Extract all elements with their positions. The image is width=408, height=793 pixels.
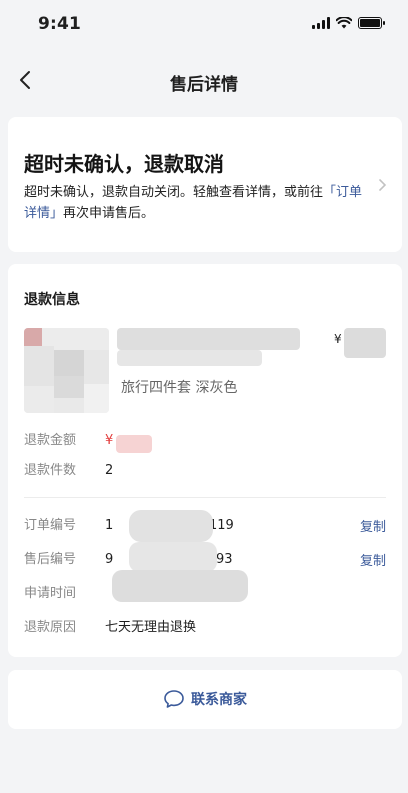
signal-icon	[312, 17, 330, 29]
copy-aftersale-number-button[interactable]: 复制	[360, 550, 386, 569]
aftersale-number-end-row: 93	[216, 550, 233, 570]
product-spec: 旅行四件套 深灰色	[121, 380, 238, 396]
refund-info-card: 退款信息 ¥ 旅行四件套 深灰色 退款金额 ¥ 退款件数 2 订单编号 1 119 复…	[8, 264, 402, 657]
copy-order-number-button[interactable]: 复制	[360, 516, 386, 535]
order-number-start: 1	[105, 518, 114, 533]
refund-amount-row: 退款金额 ¥	[24, 431, 113, 451]
aftersale-number-start: 9	[105, 552, 114, 567]
apply-time-row: 申请时间	[24, 584, 105, 604]
status-desc-text: 超时未确认，退款自动关闭。轻触查看详情，或前往	[24, 185, 324, 200]
status-time: 9:41	[38, 14, 82, 34]
refund-status-title: 超时未确认，退款取消	[24, 152, 224, 176]
status-desc-text-end: 再次申请售后。	[63, 206, 155, 221]
refund-amount-redacted	[116, 435, 152, 453]
refund-reason-row: 退款原因 七天无理由退换	[24, 618, 196, 638]
aftersale-number-row: 售后编号 9	[24, 550, 113, 570]
apply-time-redacted	[112, 570, 248, 602]
refund-quantity-label: 退款件数	[24, 463, 77, 478]
aftersale-number-label: 售后编号	[24, 552, 77, 567]
chevron-right-icon	[379, 179, 387, 191]
contact-merchant-inner: 联系商家	[8, 689, 402, 709]
chat-bubble-icon	[164, 690, 184, 708]
refund-status-card[interactable]: 超时未确认，退款取消 超时未确认，退款自动关闭。轻触查看详情，或前往「订单详情」…	[8, 117, 402, 252]
navigation-bar: 售后详情	[0, 58, 408, 102]
refund-amount-label: 退款金额	[24, 433, 77, 448]
refund-info-title: 退款信息	[24, 292, 80, 308]
refund-status-description: 超时未确认，退款自动关闭。轻触查看详情，或前往「订单详情」再次申请售后。	[24, 182, 369, 224]
aftersale-number-end: 93	[216, 552, 233, 567]
refund-quantity-value: 2	[105, 463, 114, 478]
wifi-icon	[336, 17, 352, 29]
contact-merchant-button[interactable]: 联系商家	[8, 670, 402, 729]
refund-reason-label: 退款原因	[24, 620, 77, 635]
apply-time-label: 申请时间	[24, 586, 77, 601]
status-icons	[312, 17, 385, 29]
product-price-redacted	[344, 328, 386, 358]
refund-amount-value: ¥	[105, 433, 114, 448]
order-number-redacted	[129, 510, 213, 542]
status-bar: 9:41	[0, 0, 408, 52]
contact-merchant-label: 联系商家	[191, 692, 247, 708]
divider	[24, 497, 386, 498]
product-price: ¥	[334, 332, 342, 346]
product-image[interactable]	[24, 328, 109, 413]
product-name-redacted	[117, 328, 300, 350]
aftersale-number-redacted	[129, 542, 217, 572]
refund-reason-value: 七天无理由退换	[105, 620, 197, 635]
refund-quantity-row: 退款件数 2	[24, 461, 113, 481]
battery-icon	[358, 17, 385, 29]
product-name-redacted-2	[117, 350, 262, 366]
order-number-row: 订单编号 1	[24, 516, 113, 536]
page-title: 售后详情	[170, 75, 238, 95]
order-number-label: 订单编号	[24, 518, 77, 533]
